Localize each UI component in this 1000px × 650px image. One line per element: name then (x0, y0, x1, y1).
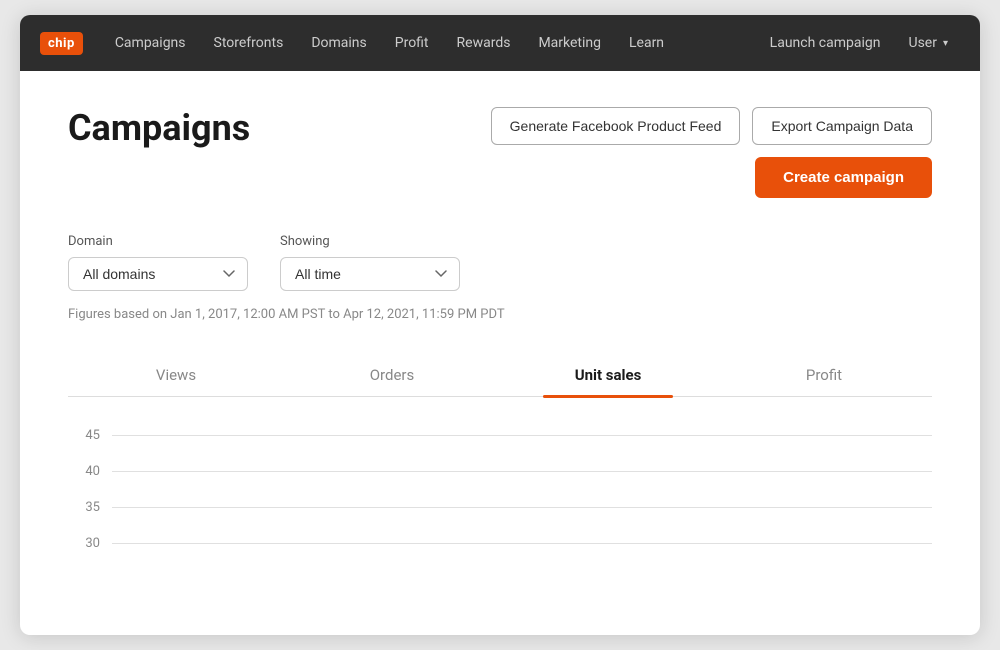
chart-row-35: 35 (68, 489, 932, 525)
header-actions: Generate Facebook Product Feed Export Ca… (491, 107, 932, 198)
generate-feed-button[interactable]: Generate Facebook Product Feed (491, 107, 741, 145)
logo[interactable]: chip (40, 32, 83, 55)
chevron-down-icon: ▾ (943, 38, 948, 49)
tab-orders[interactable]: Orders (284, 354, 500, 396)
page-header: Campaigns Generate Facebook Product Feed… (68, 107, 932, 198)
metrics-tabs: Views Orders Unit sales Profit (68, 354, 932, 397)
chart-row-45: 45 (68, 417, 932, 453)
header-buttons-row: Generate Facebook Product Feed Export Ca… (491, 107, 932, 145)
tab-profit[interactable]: Profit (716, 354, 932, 396)
chart-gridline-45 (112, 435, 932, 436)
main-content: Campaigns Generate Facebook Product Feed… (20, 71, 980, 635)
app-window: chip Campaigns Storefronts Domains Profi… (20, 15, 980, 635)
tab-views[interactable]: Views (68, 354, 284, 396)
chart-y-label-40: 40 (68, 464, 100, 479)
date-range-note: Figures based on Jan 1, 2017, 12:00 AM P… (68, 307, 932, 322)
chart-y-label-35: 35 (68, 500, 100, 515)
sidebar-item-campaigns[interactable]: Campaigns (103, 29, 198, 57)
nav-user-menu[interactable]: User ▾ (896, 29, 960, 57)
create-campaign-button[interactable]: Create campaign (755, 157, 932, 198)
sidebar-item-learn[interactable]: Learn (617, 29, 676, 57)
domain-filter-group: Domain All domains (68, 234, 248, 291)
export-campaign-button[interactable]: Export Campaign Data (752, 107, 932, 145)
filters-row: Domain All domains Showing All time (68, 234, 932, 291)
domain-select[interactable]: All domains (68, 257, 248, 291)
page-title: Campaigns (68, 107, 250, 149)
sidebar-item-storefronts[interactable]: Storefronts (202, 29, 296, 57)
chart-row-40: 40 (68, 453, 932, 489)
showing-filter-label: Showing (280, 234, 460, 249)
sidebar-item-profit[interactable]: Profit (383, 29, 441, 57)
chart-area: 45 40 35 30 (68, 397, 932, 561)
domain-filter-label: Domain (68, 234, 248, 249)
tab-unit-sales[interactable]: Unit sales (500, 354, 716, 396)
chart-row-30: 30 (68, 525, 932, 561)
chart-gridline-35 (112, 507, 932, 508)
chart-gridline-30 (112, 543, 932, 544)
sidebar-item-rewards[interactable]: Rewards (445, 29, 523, 57)
showing-select[interactable]: All time (280, 257, 460, 291)
sidebar-item-domains[interactable]: Domains (299, 29, 378, 57)
nav-launch-campaign[interactable]: Launch campaign (758, 29, 893, 57)
chart-y-label-30: 30 (68, 536, 100, 551)
chart-gridline-40 (112, 471, 932, 472)
nav-items: Campaigns Storefronts Domains Profit Rew… (103, 29, 960, 57)
sidebar-item-marketing[interactable]: Marketing (526, 29, 613, 57)
navbar: chip Campaigns Storefronts Domains Profi… (20, 15, 980, 71)
showing-filter-group: Showing All time (280, 234, 460, 291)
chart-y-label-45: 45 (68, 428, 100, 443)
